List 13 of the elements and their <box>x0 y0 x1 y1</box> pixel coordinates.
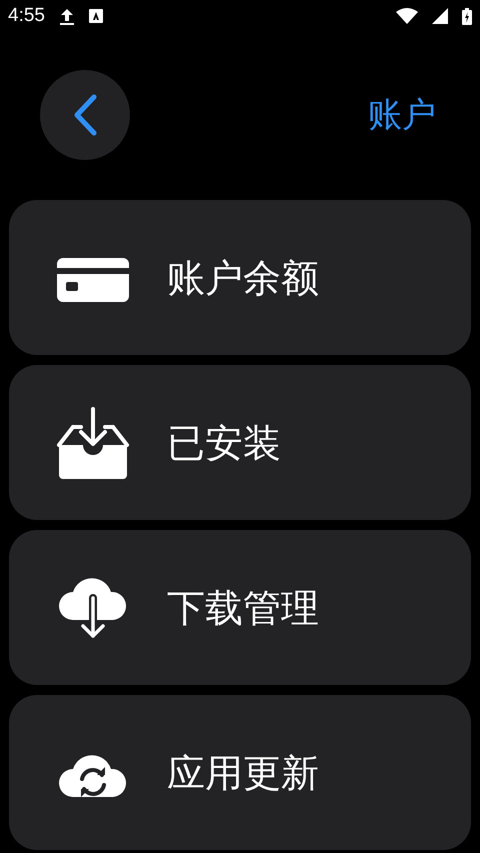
upload-icon <box>58 7 75 25</box>
menu-item[interactable]: 应用更新 <box>9 695 471 850</box>
menu-item[interactable]: 下载管理 <box>9 530 471 685</box>
menu-item[interactable]: 账户余额 <box>9 200 471 355</box>
battery-icon <box>462 8 472 24</box>
inbox-download-icon <box>55 404 131 480</box>
keyboard-app-icon <box>88 9 103 23</box>
page-title: 账户 <box>368 94 436 136</box>
menu-item[interactable]: 已安装 <box>9 365 471 520</box>
back-chevron-icon <box>72 94 98 136</box>
wifi-icon <box>396 8 418 24</box>
signal-icon <box>432 8 448 24</box>
status-time: 4:55 <box>8 4 45 28</box>
